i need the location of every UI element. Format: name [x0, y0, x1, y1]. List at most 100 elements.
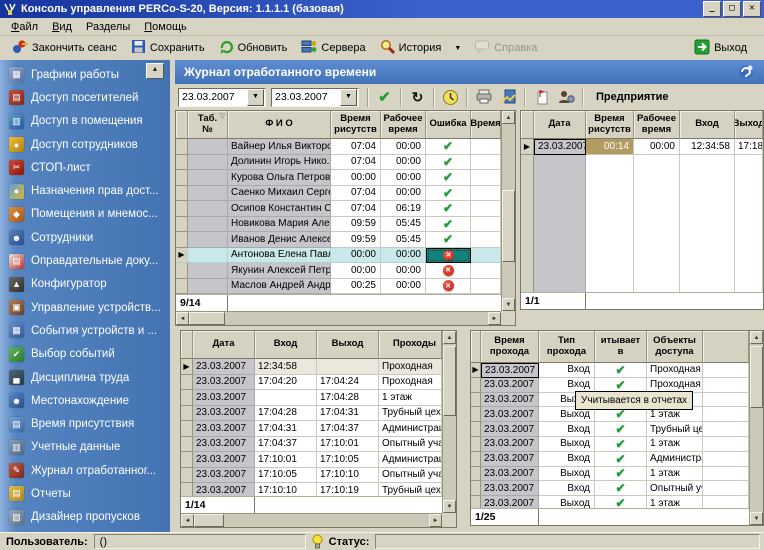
table-row[interactable]: Вайнер Илья Викторс07:0400:00✔: [176, 139, 501, 155]
column-header[interactable]: Время: [471, 111, 501, 139]
sidebar-item-Оправдательные доку...[interactable]: ▤Оправдательные доку...: [0, 249, 170, 272]
scroll-track[interactable]: [189, 312, 488, 325]
table-row[interactable]: ▶23.03.2007Вход✔Проходная: [471, 363, 749, 378]
horizontal-scrollbar[interactable]: ◄ ►: [181, 513, 442, 527]
table-row[interactable]: Осипов Константин С07:0406:19✔: [176, 201, 501, 217]
sidebar-item-События устройств и ...[interactable]: ▦События устройств и ...: [0, 319, 170, 342]
scroll-thumb[interactable]: [443, 346, 456, 416]
sidebar-item-Учетные данные[interactable]: ▥Учетные данные: [0, 436, 170, 459]
sidebar-item-Сотрудники[interactable]: ☻Сотрудники: [0, 226, 170, 249]
table-row[interactable]: 23.03.200717:04:3117:04:37Администрация: [181, 421, 442, 437]
scroll-track[interactable]: [750, 344, 763, 512]
table-row[interactable]: 23.03.2007Вход✔Администрация: [471, 452, 749, 467]
table-row[interactable]: Долинин Игорь Нико.07:0400:00✔: [176, 155, 501, 171]
menu-item-Помощь[interactable]: Помощь: [137, 20, 194, 34]
table-row[interactable]: 23.03.200717:04:281 этаж: [181, 390, 442, 406]
column-header[interactable]: [181, 331, 193, 359]
column-header[interactable]: Таб. №▽: [188, 111, 228, 139]
column-header[interactable]: Объекты доступа: [647, 331, 703, 363]
date-from-combo[interactable]: 23.03.2007 ▼: [178, 88, 266, 107]
column-header[interactable]: Дата: [193, 331, 255, 359]
print-button[interactable]: [471, 87, 496, 108]
column-header[interactable]: [521, 111, 534, 139]
table-row[interactable]: Саенко Михаил Серге07:0400:00✔: [176, 186, 501, 202]
column-header[interactable]: Вход: [680, 111, 735, 139]
sidebar-item-Журнал отработанног...[interactable]: ✎Журнал отработанног...: [0, 459, 170, 482]
scroll-left-icon[interactable]: ◄: [181, 514, 194, 527]
history-dropdown-icon[interactable]: ▼: [448, 45, 467, 52]
menu-item-Разделы[interactable]: Разделы: [79, 20, 137, 34]
date-to-combo[interactable]: 23.03.2007 ▼: [271, 88, 359, 107]
apply-button[interactable]: ✔: [372, 87, 397, 108]
scroll-right-icon[interactable]: ►: [429, 514, 442, 527]
toolbar-button-История[interactable]: История: [373, 37, 449, 59]
sidebar-item-Отчеты[interactable]: ▤Отчеты: [0, 482, 170, 505]
table-row[interactable]: 23.03.200717:10:0117:10:05Администрация: [181, 452, 442, 468]
table-row[interactable]: 23.03.200717:10:0517:10:10Опытный участо…: [181, 468, 442, 484]
table-row[interactable]: ▶23.03.200712:34:58Проходная: [181, 359, 442, 375]
sidebar-item-Назначения прав дост...[interactable]: ●Назначения прав дост...: [0, 179, 170, 202]
scroll-down-icon[interactable]: ▼: [502, 298, 515, 311]
table-row[interactable]: Якунин Алексей Петр00:0000:00✕: [176, 263, 501, 279]
horizontal-scrollbar[interactable]: ◄ ►: [176, 311, 501, 325]
time-settings-button[interactable]: [438, 87, 463, 108]
table-row[interactable]: 23.03.2007Выход✔1 этаж: [471, 437, 749, 452]
column-header[interactable]: итывает в: [595, 331, 647, 363]
chevron-down-icon[interactable]: ▼: [247, 89, 264, 106]
column-header[interactable]: Ф И О: [228, 111, 331, 139]
scroll-track[interactable]: [194, 514, 429, 527]
menu-item-Вид[interactable]: Вид: [45, 20, 79, 34]
sidebar-item-Время присутствия[interactable]: ▤Время присутствия: [0, 412, 170, 435]
column-header[interactable]: Время рисутств: [586, 111, 634, 139]
sidebar-item-Доступ сотрудников[interactable]: ●Доступ сотрудников: [0, 133, 170, 156]
scroll-thumb[interactable]: [502, 190, 515, 262]
column-header[interactable]: [703, 331, 749, 363]
table-row[interactable]: ▶Антонова Елена Павл00:0000:00✕: [176, 248, 501, 264]
maximize-button[interactable]: □: [723, 1, 741, 17]
table-row[interactable]: 23.03.200717:04:3717:10:01Опытный участо…: [181, 437, 442, 453]
vertical-scrollbar[interactable]: ▲ ▼: [501, 111, 515, 311]
column-header[interactable]: [176, 111, 188, 139]
sidebar-item-Помещения и мнемос...[interactable]: ◆Помещения и мнемос...: [0, 203, 170, 226]
scroll-up-icon[interactable]: ▲: [443, 331, 456, 344]
sidebar-scroll-up-button[interactable]: ▲: [146, 63, 164, 79]
menu-item-Файл[interactable]: Файл: [4, 20, 45, 34]
sidebar-item-Графики работы[interactable]: ▦Графики работы: [0, 63, 170, 86]
chevron-down-icon[interactable]: ▼: [340, 89, 357, 106]
column-header[interactable]: Время прохода: [481, 331, 539, 363]
toolbar-button-Сохранить[interactable]: Сохранить: [124, 37, 212, 59]
column-header[interactable]: Выход: [317, 331, 379, 359]
table-row[interactable]: 23.03.200717:04:2017:04:24Проходная: [181, 375, 442, 391]
scroll-down-icon[interactable]: ▼: [443, 500, 456, 513]
scroll-down-icon[interactable]: ▼: [750, 512, 763, 525]
toolbar-button-Справка[interactable]: Справка: [467, 37, 544, 59]
report-flag-button[interactable]: [529, 87, 554, 108]
close-button[interactable]: ✕: [743, 1, 761, 17]
scroll-thumb[interactable]: [194, 514, 224, 527]
scroll-thumb[interactable]: [750, 346, 763, 408]
sidebar-item-СТОП-лист[interactable]: ✂СТОП-лист: [0, 156, 170, 179]
sidebar-item-Управление устройств...[interactable]: ▣Управление устройств...: [0, 296, 170, 319]
table-row[interactable]: Курова Ольга Петров00:0000:00✔: [176, 170, 501, 186]
scroll-up-icon[interactable]: ▲: [750, 331, 763, 344]
column-header[interactable]: [471, 331, 481, 363]
scroll-track[interactable]: [502, 124, 515, 298]
personnel-settings-button[interactable]: [554, 87, 579, 108]
table-row[interactable]: 23.03.2007Вход✔Трубный цех: [471, 422, 749, 437]
scroll-track[interactable]: [443, 344, 456, 500]
column-header[interactable]: Рабочее время: [634, 111, 680, 139]
toolbar-button-Обновить[interactable]: Обновить: [212, 37, 295, 59]
column-header[interactable]: Дата: [534, 111, 586, 139]
table-row[interactable]: Новикова Мария Алек09:5905:45✔: [176, 217, 501, 233]
minimize-button[interactable]: _: [703, 1, 721, 17]
sidebar-item-Дизайнер пропусков[interactable]: ▧Дизайнер пропусков: [0, 506, 170, 529]
table-row[interactable]: 23.03.200717:04:2817:04:31Трубный цех: [181, 406, 442, 422]
column-header[interactable]: Вход: [255, 331, 317, 359]
table-row[interactable]: 23.03.2007Вход✔Опытный участок: [471, 481, 749, 496]
refresh-data-button[interactable]: ↻: [405, 87, 430, 108]
table-row[interactable]: 23.03.2007Выход✔1 этаж: [471, 496, 749, 508]
toolbar-button-exit[interactable]: Выход: [687, 37, 754, 60]
enterprise-button[interactable]: Предприятие: [587, 91, 678, 103]
column-header[interactable]: Рабочее время: [381, 111, 426, 139]
toolbar-button-Сервера[interactable]: Сервера: [294, 37, 372, 59]
